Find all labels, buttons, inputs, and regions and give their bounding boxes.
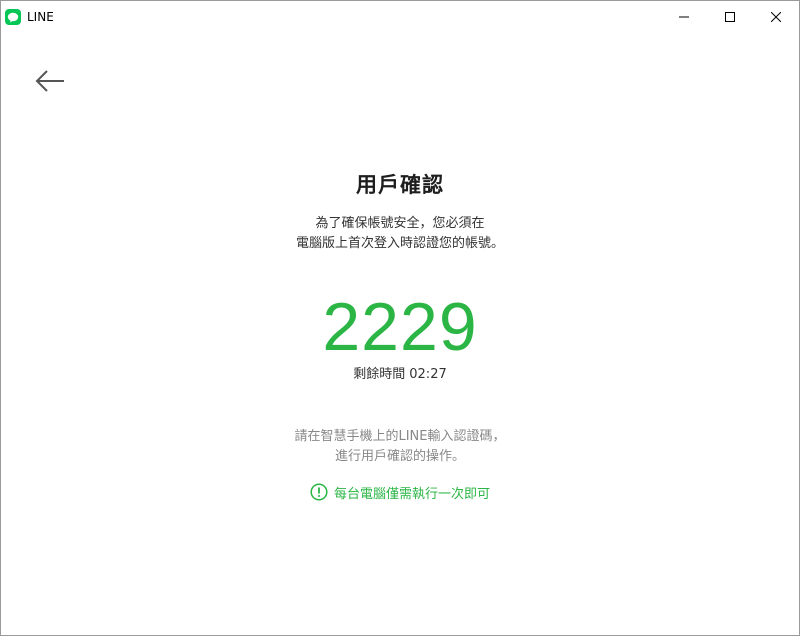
line-window: LINE 用戶確認 為了確保帳號安全，您必須在 電腦版上首次登入時認證您的帳號。… [0, 0, 800, 636]
back-button[interactable] [33, 67, 67, 95]
timer-label: 剩餘時間 [353, 367, 406, 382]
title-bar[interactable]: LINE [1, 1, 799, 33]
remaining-time: 剩餘時間 02:27 [1, 363, 799, 382]
page-title: 用戶確認 [356, 173, 444, 197]
arrow-left-icon [35, 70, 64, 92]
verification-code: 2229 [322, 289, 478, 365]
line-app-icon [5, 9, 21, 25]
close-button[interactable] [753, 1, 799, 33]
notice-text: 每台電腦僅需執行一次即可 [333, 486, 490, 502]
close-icon [771, 12, 781, 22]
window-controls [661, 1, 799, 33]
instruction-line-1: 請在智慧手機上的LINE輸入認證碼， [294, 429, 506, 444]
instruction-line-2: 進行用戶確認的操作。 [334, 449, 465, 464]
instructions: 請在智慧手機上的LINE輸入認證碼， 進行用戶確認的操作。 [1, 427, 799, 467]
maximize-button[interactable] [707, 1, 753, 33]
minimize-button[interactable] [661, 1, 707, 33]
description-line-1: 為了確保帳號安全，您必須在 [315, 216, 485, 231]
maximize-icon [725, 12, 735, 22]
window-title: LINE [27, 10, 54, 24]
description: 為了確保帳號安全，您必須在 電腦版上首次登入時認證您的帳號。 [1, 214, 799, 254]
exclamation-circle-icon [310, 483, 328, 501]
notice: 每台電腦僅需執行一次即可 [1, 481, 799, 503]
timer-value: 02:27 [409, 367, 447, 382]
description-line-2: 電腦版上首次登入時認證您的帳號。 [295, 236, 504, 251]
minimize-icon [679, 16, 689, 18]
